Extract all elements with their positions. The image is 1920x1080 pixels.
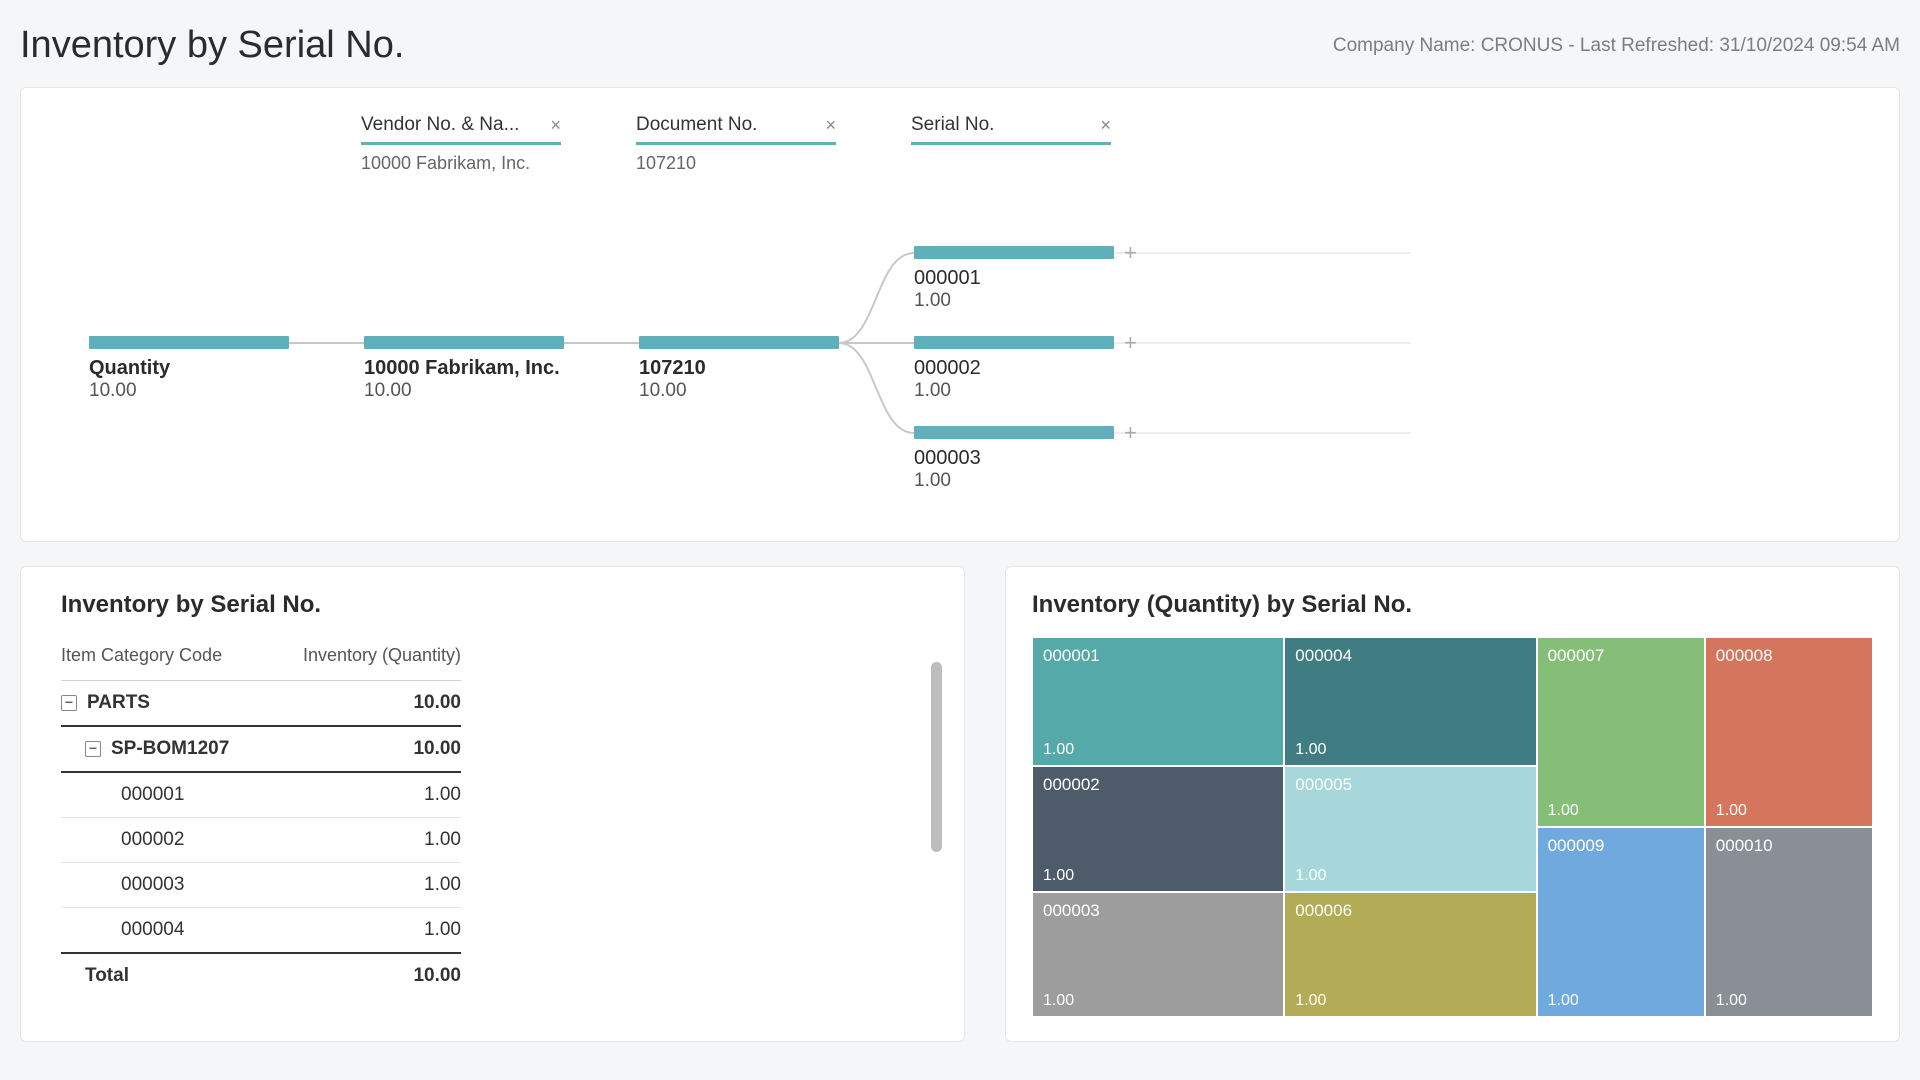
treemap-cell[interactable]: 000009 1.00 <box>1537 827 1705 1017</box>
cell-value: 1.00 <box>1043 741 1074 759</box>
table-row[interactable]: 0000041.00 <box>61 908 461 954</box>
card-title: Inventory by Serial No. <box>61 591 924 619</box>
cell-label: 000010 <box>1716 836 1862 856</box>
row-label: 000004 <box>61 908 267 954</box>
node-value: 10.00 <box>639 380 839 402</box>
row-qty: 1.00 <box>267 772 461 818</box>
cell-label: 000008 <box>1716 646 1862 666</box>
page-header: Inventory by Serial No. Company Name: CR… <box>20 24 1900 67</box>
level-label: Document No. <box>636 114 817 136</box>
close-icon[interactable]: × <box>1092 115 1111 136</box>
tree-node-root[interactable]: Quantity 10.00 <box>89 336 289 402</box>
header-info: Company Name: CRONUS - Last Refreshed: 3… <box>1333 35 1900 57</box>
card-title: Inventory (Quantity) by Serial No. <box>1032 591 1873 619</box>
inventory-table: Item Category Code Inventory (Quantity) … <box>61 637 461 998</box>
table-row[interactable]: −SP-BOM120710.00 <box>61 726 461 772</box>
treemap-cell[interactable]: 000001 1.00 <box>1032 637 1284 766</box>
row-label: 000001 <box>61 772 267 818</box>
cell-value: 1.00 <box>1548 992 1579 1010</box>
row-label: −PARTS <box>61 681 267 727</box>
decomposition-tree-card: Vendor No. & Na... × 10000 Fabrikam, Inc… <box>20 87 1900 542</box>
cell-label: 000009 <box>1548 836 1694 856</box>
close-icon[interactable]: × <box>817 115 836 136</box>
expand-icon[interactable]: + <box>1124 420 1137 446</box>
level-header-vendor[interactable]: Vendor No. & Na... × 10000 Fabrikam, Inc… <box>361 114 561 174</box>
col-header-quantity[interactable]: Inventory (Quantity) <box>267 637 461 681</box>
tree-node-serial[interactable]: 000003 1.00 <box>914 426 1114 492</box>
scrollbar[interactable] <box>931 662 942 852</box>
level-value: 107210 <box>636 145 836 174</box>
cell-value: 1.00 <box>1716 992 1747 1010</box>
node-label: 000001 <box>914 267 1114 290</box>
node-value: 10.00 <box>364 380 564 402</box>
treemap-cell[interactable]: 000005 1.00 <box>1284 766 1536 891</box>
table-row[interactable]: 0000031.00 <box>61 863 461 908</box>
expand-icon[interactable]: + <box>1124 240 1137 266</box>
row-qty: 1.00 <box>267 863 461 908</box>
level-value: 10000 Fabrikam, Inc. <box>361 145 561 174</box>
tree-node-document[interactable]: 107210 10.00 <box>639 336 839 402</box>
level-header-document[interactable]: Document No. × 107210 <box>636 114 836 174</box>
treemap-chart[interactable]: 000001 1.00 000004 1.00 000002 1.00 000005 1.00… <box>1032 637 1873 1017</box>
cell-label: 000006 <box>1295 901 1525 921</box>
treemap-cell[interactable]: 000002 1.00 <box>1032 766 1284 891</box>
total-label: Total <box>61 953 267 998</box>
total-qty: 10.00 <box>267 953 461 998</box>
node-value: 10.00 <box>89 380 289 402</box>
cell-value: 1.00 <box>1295 867 1326 885</box>
close-icon[interactable]: × <box>542 115 561 136</box>
inventory-table-card: Inventory by Serial No. Item Category Co… <box>20 566 965 1042</box>
cell-label: 000007 <box>1548 646 1694 666</box>
treemap-cell[interactable]: 000006 1.00 <box>1284 892 1536 1017</box>
treemap-card: Inventory (Quantity) by Serial No. 00000… <box>1005 566 1900 1042</box>
node-value: 1.00 <box>914 470 1114 492</box>
cell-label: 000002 <box>1043 775 1273 795</box>
tree-node-vendor[interactable]: 10000 Fabrikam, Inc. 10.00 <box>364 336 564 402</box>
cell-label: 000003 <box>1043 901 1273 921</box>
table-total-row: Total 10.00 <box>61 953 461 998</box>
row-label: −SP-BOM1207 <box>61 726 267 772</box>
level-label: Vendor No. & Na... <box>361 114 542 136</box>
node-label: 000003 <box>914 447 1114 470</box>
node-label: Quantity <box>89 357 289 380</box>
tree-node-serial[interactable]: 000001 1.00 <box>914 246 1114 312</box>
node-label: 107210 <box>639 357 839 380</box>
level-header-serial[interactable]: Serial No. × <box>911 114 1111 145</box>
cell-label: 000001 <box>1043 646 1273 666</box>
treemap-cell[interactable]: 000003 1.00 <box>1032 892 1284 1017</box>
node-label: 000002 <box>914 357 1114 380</box>
table-row[interactable]: 0000021.00 <box>61 818 461 863</box>
table-row[interactable]: −PARTS10.00 <box>61 681 461 727</box>
row-label: 000002 <box>61 818 267 863</box>
cell-value: 1.00 <box>1295 992 1326 1010</box>
expand-icon[interactable]: + <box>1124 330 1137 356</box>
cell-value: 1.00 <box>1043 867 1074 885</box>
row-label: 000003 <box>61 863 267 908</box>
cell-label: 000004 <box>1295 646 1525 666</box>
node-value: 1.00 <box>914 380 1114 402</box>
page-title: Inventory by Serial No. <box>20 24 404 67</box>
cell-value: 1.00 <box>1716 802 1747 820</box>
tree-node-serial[interactable]: 000002 1.00 <box>914 336 1114 402</box>
treemap-cell[interactable]: 000007 1.00 <box>1537 637 1705 827</box>
level-label: Serial No. <box>911 114 1092 136</box>
cell-value: 1.00 <box>1295 741 1326 759</box>
collapse-icon[interactable]: − <box>61 695 77 711</box>
row-qty: 1.00 <box>267 818 461 863</box>
row-qty: 10.00 <box>267 681 461 727</box>
row-qty: 1.00 <box>267 908 461 954</box>
node-label: 10000 Fabrikam, Inc. <box>364 357 564 380</box>
row-qty: 10.00 <box>267 726 461 772</box>
collapse-icon[interactable]: − <box>85 741 101 757</box>
treemap-cell[interactable]: 000004 1.00 <box>1284 637 1536 766</box>
node-value: 1.00 <box>914 290 1114 312</box>
col-header-category[interactable]: Item Category Code <box>61 637 267 681</box>
treemap-cell[interactable]: 000010 1.00 <box>1705 827 1873 1017</box>
cell-value: 1.00 <box>1548 802 1579 820</box>
table-row[interactable]: 0000011.00 <box>61 772 461 818</box>
cell-value: 1.00 <box>1043 992 1074 1010</box>
cell-label: 000005 <box>1295 775 1525 795</box>
treemap-cell[interactable]: 000008 1.00 <box>1705 637 1873 827</box>
